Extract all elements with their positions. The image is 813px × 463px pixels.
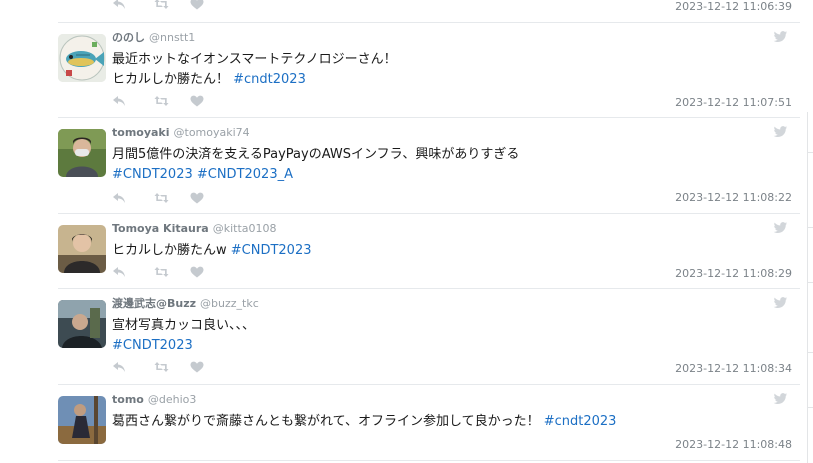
tweet-text: 最近ホットなイオンスマートテクノロジーさん！ ヒカルしか勝たん！ #cndt20… (112, 50, 397, 90)
tweet-text-line: 宣材写真カッコ良い、、、 (112, 316, 255, 336)
tweet-text-span: 葛西さん繋がりで斎藤さんとも繋がれて、オフライン参加して良かった！ (112, 414, 544, 429)
tweet-text: 宣材写真カッコ良い、、、 #CNDT2023 (112, 316, 255, 356)
tweet-divider (58, 22, 800, 23)
hashtag-link[interactable]: #CNDT2023 (112, 338, 193, 353)
reply-icon[interactable] (112, 361, 126, 373)
side-panel-edge (807, 112, 813, 463)
tweet-actions (112, 361, 222, 375)
tweet-divider (58, 117, 800, 118)
tweet-timestamp[interactable]: 2023-12-12 11:08:34 (675, 362, 792, 375)
tweet-text-line: ヒカルしか勝たん！ #cndt2023 (112, 70, 397, 90)
author-name[interactable]: ののし (112, 31, 145, 44)
reply-icon[interactable] (112, 266, 126, 278)
tweet-text-line: #CNDT2023 #CNDT2023_A (112, 165, 519, 185)
tweet-feed: 2023-12-12 11:06:39 ののし @nnstt1 最近ホットなイオン… (0, 0, 800, 463)
author-handle[interactable]: @dehio3 (148, 393, 197, 406)
tweet-item: tomo @dehio3 葛西さん繋がりで斎藤さんとも繋がれて、オフライン参加して… (58, 393, 800, 457)
avatar[interactable] (58, 225, 106, 273)
avatar[interactable] (58, 300, 106, 348)
hashtag-link[interactable]: #cndt2023 (544, 414, 617, 429)
hashtag-link[interactable]: #cndt2023 (233, 72, 306, 87)
tweet-timestamp[interactable]: 2023-12-12 11:08:22 (675, 191, 792, 204)
tweet-header: ののし @nnstt1 (112, 31, 195, 44)
tweet-text: ヒカルしか勝たんw #CNDT2023 (112, 241, 312, 261)
person-avatar-image (58, 396, 106, 444)
avatar[interactable] (58, 129, 106, 177)
author-name[interactable]: tomoyaki (112, 126, 170, 139)
tweet-actions (112, 95, 222, 109)
person-avatar-image (58, 225, 106, 273)
retweet-icon[interactable] (154, 266, 169, 278)
heart-icon[interactable] (190, 95, 204, 107)
retweet-icon[interactable] (154, 192, 169, 204)
tweet-text: 葛西さん繋がりで斎藤さんとも繋がれて、オフライン参加して良かった！ #cndt2… (112, 412, 616, 432)
author-name[interactable]: 渡邊武志@Buzz (112, 297, 196, 310)
retweet-icon[interactable] (154, 361, 169, 373)
twitter-bird-icon[interactable] (773, 31, 788, 43)
tweet-text-line: 葛西さん繋がりで斎藤さんとも繋がれて、オフライン参加して良かった！ #cndt2… (112, 412, 616, 432)
tweet-header: 渡邊武志@Buzz @buzz_tkc (112, 297, 259, 310)
twitter-bird-icon[interactable] (773, 222, 788, 234)
tweet-header: tomoyaki @tomoyaki74 (112, 126, 250, 139)
heart-icon[interactable] (190, 0, 204, 10)
tweet-text-line: ヒカルしか勝たんw #CNDT2023 (112, 241, 312, 261)
twitter-bird-icon[interactable] (773, 393, 788, 405)
tweet-item: Tomoya Kitaura @kitta0108 ヒカルしか勝たんw #CNDT… (58, 222, 800, 286)
tweet-timestamp[interactable]: 2023-12-12 11:08:29 (675, 267, 792, 280)
tweet-text-span: 最近ホットなイオンスマートテクノロジーさん！ (112, 52, 397, 67)
tweet-actions (112, 192, 222, 206)
tweet-text-span: ヒカルしか勝たん！ (112, 72, 234, 87)
tweet-text-line: 月間5億件の決済を支えるPayPayのAWSインフラ、興味がありすぎる (112, 145, 519, 165)
avatar[interactable] (58, 396, 106, 444)
author-handle[interactable]: @nnstt1 (149, 31, 195, 44)
author-handle[interactable]: @tomoyaki74 (174, 126, 250, 139)
tweet-header: Tomoya Kitaura @kitta0108 (112, 222, 277, 235)
fish-avatar-image (58, 34, 106, 82)
author-name[interactable]: Tomoya Kitaura (112, 222, 209, 235)
reply-icon[interactable] (112, 192, 126, 204)
heart-icon[interactable] (190, 266, 204, 278)
heart-icon[interactable] (190, 192, 204, 204)
retweet-icon[interactable] (154, 0, 169, 10)
reply-icon[interactable] (112, 0, 126, 10)
tweet-text-span: 月間5億件の決済を支えるPayPayのAWSインフラ、興味がありすぎる (112, 147, 520, 162)
tweet-text-span: 宣材写真カッコ良い、、、 (112, 318, 256, 333)
tweet-divider (58, 288, 800, 289)
hashtag-link[interactable]: #CNDT2023 (231, 243, 312, 258)
tweet-header: tomo @dehio3 (112, 393, 196, 406)
author-handle[interactable]: @buzz_tkc (200, 297, 259, 310)
tweet-item: ののし @nnstt1 最近ホットなイオンスマートテクノロジーさん！ ヒカルしか勝… (58, 31, 800, 115)
tweet-timestamp[interactable]: 2023-12-12 11:08:48 (675, 438, 792, 451)
tweet-actions (112, 0, 222, 12)
person-avatar-image (58, 129, 106, 177)
panel-divider (808, 352, 813, 353)
tweet-text-line: 最近ホットなイオンスマートテクノロジーさん！ (112, 50, 397, 70)
panel-divider (808, 152, 813, 153)
tweet-text-span: ヒカルしか勝たんw (112, 243, 231, 258)
panel-divider (808, 407, 813, 408)
tweet-text-line: #CNDT2023 (112, 336, 255, 356)
author-name[interactable]: tomo (112, 393, 144, 406)
tweet-divider (58, 213, 800, 214)
twitter-bird-icon[interactable] (773, 297, 788, 309)
tweet-actions (112, 266, 222, 280)
tweet-item: 渡邊武志@Buzz @buzz_tkc 宣材写真カッコ良い、、、 #CNDT202… (58, 297, 800, 381)
avatar[interactable] (58, 34, 106, 82)
heart-icon[interactable] (190, 361, 204, 373)
twitter-bird-icon[interactable] (773, 126, 788, 138)
tweet-divider (58, 460, 800, 461)
tweet-timestamp[interactable]: 2023-12-12 11:07:51 (675, 96, 792, 109)
author-handle[interactable]: @kitta0108 (213, 222, 277, 235)
panel-divider (808, 227, 813, 228)
reply-icon[interactable] (112, 95, 126, 107)
tweet-text: 月間5億件の決済を支えるPayPayのAWSインフラ、興味がありすぎる #CND… (112, 145, 519, 185)
tweet-divider (58, 384, 800, 385)
tweet-item: tomoyaki @tomoyaki74 月間5億件の決済を支えるPayPayのA… (58, 126, 800, 210)
panel-divider (808, 282, 813, 283)
retweet-icon[interactable] (154, 95, 169, 107)
tweet-timestamp[interactable]: 2023-12-12 11:06:39 (675, 0, 792, 13)
person-avatar-image (58, 300, 106, 348)
hashtag-link[interactable]: #CNDT2023 #CNDT2023_A (112, 167, 293, 182)
